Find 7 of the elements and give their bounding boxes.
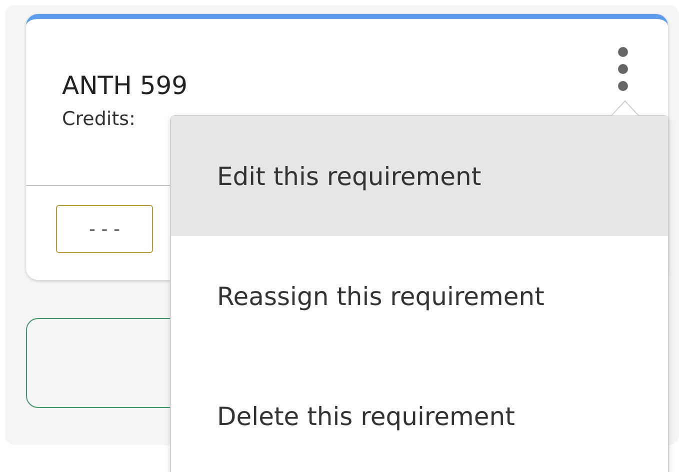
more-options-icon[interactable] — [616, 46, 630, 92]
menu-item[interactable]: Edit this requirement — [171, 116, 668, 236]
credits-label: Credits: — [62, 108, 136, 130]
menu-item[interactable]: Reassign this requirement — [171, 236, 668, 356]
course-title: ANTH 599 — [62, 71, 188, 100]
grade-field[interactable]: - - - — [56, 205, 153, 253]
menu-item[interactable]: Delete this requirement — [171, 356, 668, 472]
